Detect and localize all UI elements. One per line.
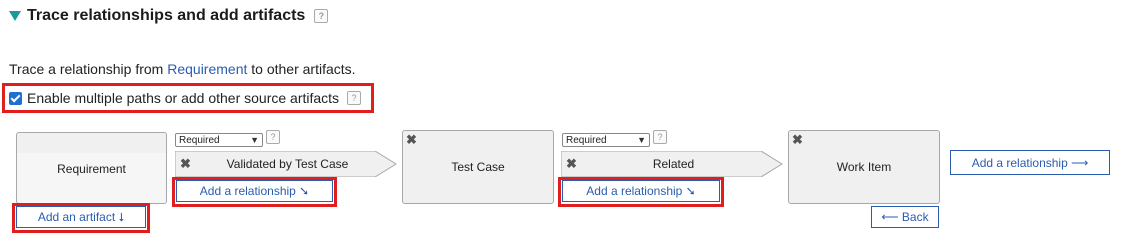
section-header[interactable]: Trace relationships and add artifacts ? [9,7,329,25]
chevron-down-icon: ▼ [637,135,646,145]
description-suffix: to other artifacts. [247,61,356,77]
required-select-value: Required [179,134,220,146]
enable-multiple-paths-row: Enable multiple paths or add other sourc… [2,83,374,113]
add-relationship-button-right[interactable]: Add a relationship ⟶ [950,150,1110,175]
relationship-1: ✖ Validated by Test Case [175,151,375,177]
relationship-label: Related [652,157,695,171]
add-artifact-button[interactable]: Add an artifact ⭣ [16,206,146,228]
remove-x-icon[interactable]: ✖ [566,156,586,172]
help-icon[interactable]: ? [347,91,362,105]
node-label: Test Case [451,160,505,174]
source-node-requirement[interactable]: Requirement [16,132,167,204]
required-select-value: Required [566,134,607,146]
source-node-label: Requirement [57,162,126,176]
remove-x-icon[interactable]: ✖ [406,132,417,148]
help-icon[interactable]: ? [314,9,329,23]
relationship-2: ✖ Related [561,151,761,177]
help-icon[interactable]: ? [653,130,667,144]
node-label: Work Item [836,160,892,174]
node-work-item[interactable]: ✖ Work Item [788,130,940,204]
node-test-case[interactable]: ✖ Test Case [402,130,554,204]
remove-x-icon[interactable]: ✖ [792,132,803,148]
description-prefix: Trace a relationship from [9,61,168,77]
relationship-label: Validated by Test Case [226,157,349,171]
section-title: Trace relationships and add artifacts [27,7,306,24]
chevron-down-icon: ▼ [250,135,259,145]
enable-multiple-paths-checkbox[interactable] [9,91,22,105]
trace-description: Trace a relationship from Requirement to… [9,61,356,77]
required-select-2[interactable]: Required ▼ [562,133,650,147]
help-icon[interactable]: ? [266,130,280,144]
add-relationship-button-1[interactable]: Add a relationship ➘ [176,180,333,202]
enable-multiple-paths-label[interactable]: Enable multiple paths or add other sourc… [27,90,339,106]
back-button[interactable]: ⟵ Back [871,206,939,228]
requirement-link[interactable]: Requirement [167,61,247,77]
collapse-triangle-icon[interactable] [9,11,21,21]
add-relationship-button-2[interactable]: Add a relationship ➘ [562,180,720,202]
remove-x-icon[interactable]: ✖ [180,156,200,172]
required-select-1[interactable]: Required ▼ [175,133,263,147]
